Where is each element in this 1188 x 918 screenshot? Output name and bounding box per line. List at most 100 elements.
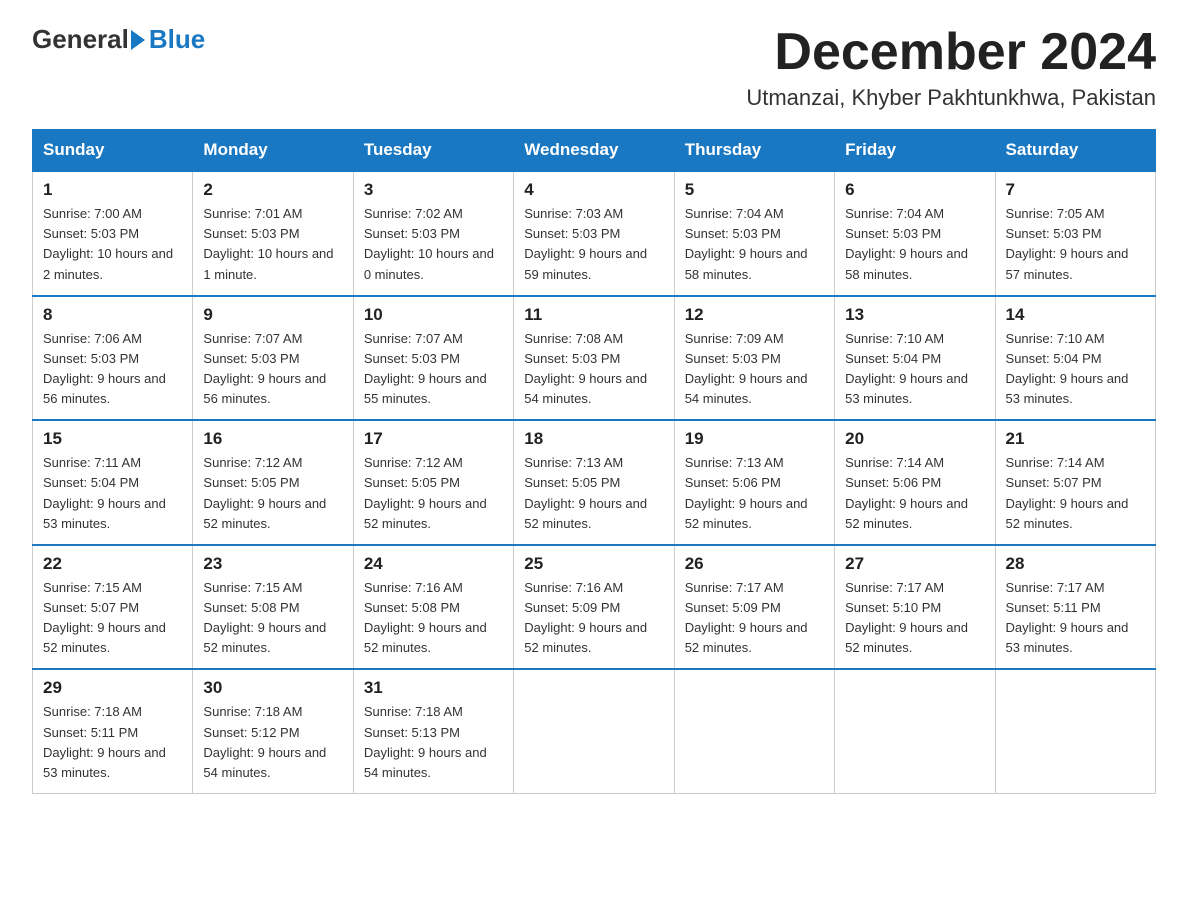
location-subtitle: Utmanzai, Khyber Pakhtunkhwa, Pakistan — [746, 85, 1156, 111]
day-info: Sunrise: 7:06 AMSunset: 5:03 PMDaylight:… — [43, 331, 166, 406]
week-row-2: 8 Sunrise: 7:06 AMSunset: 5:03 PMDayligh… — [33, 296, 1156, 421]
day-info: Sunrise: 7:01 AMSunset: 5:03 PMDaylight:… — [203, 206, 333, 281]
day-info: Sunrise: 7:14 AMSunset: 5:07 PMDaylight:… — [1006, 455, 1129, 530]
day-info: Sunrise: 7:18 AMSunset: 5:12 PMDaylight:… — [203, 704, 326, 779]
week-row-5: 29 Sunrise: 7:18 AMSunset: 5:11 PMDaylig… — [33, 669, 1156, 793]
header-row: SundayMondayTuesdayWednesdayThursdayFrid… — [33, 130, 1156, 172]
day-info: Sunrise: 7:17 AMSunset: 5:09 PMDaylight:… — [685, 580, 808, 655]
day-number: 20 — [845, 429, 984, 449]
logo: General Blue — [32, 24, 205, 55]
header-friday: Friday — [835, 130, 995, 172]
day-number: 8 — [43, 305, 182, 325]
day-cell-22: 22 Sunrise: 7:15 AMSunset: 5:07 PMDaylig… — [33, 545, 193, 670]
day-number: 6 — [845, 180, 984, 200]
day-cell-4: 4 Sunrise: 7:03 AMSunset: 5:03 PMDayligh… — [514, 171, 674, 296]
day-info: Sunrise: 7:11 AMSunset: 5:04 PMDaylight:… — [43, 455, 166, 530]
day-info: Sunrise: 7:05 AMSunset: 5:03 PMDaylight:… — [1006, 206, 1129, 281]
day-number: 17 — [364, 429, 503, 449]
day-info: Sunrise: 7:07 AMSunset: 5:03 PMDaylight:… — [203, 331, 326, 406]
calendar-table: SundayMondayTuesdayWednesdayThursdayFrid… — [32, 129, 1156, 794]
day-number: 18 — [524, 429, 663, 449]
day-cell-2: 2 Sunrise: 7:01 AMSunset: 5:03 PMDayligh… — [193, 171, 353, 296]
day-number: 19 — [685, 429, 824, 449]
day-cell-20: 20 Sunrise: 7:14 AMSunset: 5:06 PMDaylig… — [835, 420, 995, 545]
day-cell-17: 17 Sunrise: 7:12 AMSunset: 5:05 PMDaylig… — [353, 420, 513, 545]
empty-cell — [835, 669, 995, 793]
day-cell-6: 6 Sunrise: 7:04 AMSunset: 5:03 PMDayligh… — [835, 171, 995, 296]
day-info: Sunrise: 7:00 AMSunset: 5:03 PMDaylight:… — [43, 206, 173, 281]
day-number: 1 — [43, 180, 182, 200]
day-cell-7: 7 Sunrise: 7:05 AMSunset: 5:03 PMDayligh… — [995, 171, 1155, 296]
day-number: 5 — [685, 180, 824, 200]
day-cell-1: 1 Sunrise: 7:00 AMSunset: 5:03 PMDayligh… — [33, 171, 193, 296]
day-info: Sunrise: 7:12 AMSunset: 5:05 PMDaylight:… — [364, 455, 487, 530]
day-cell-14: 14 Sunrise: 7:10 AMSunset: 5:04 PMDaylig… — [995, 296, 1155, 421]
logo-general: General — [32, 24, 129, 55]
header-saturday: Saturday — [995, 130, 1155, 172]
header-tuesday: Tuesday — [353, 130, 513, 172]
day-info: Sunrise: 7:15 AMSunset: 5:07 PMDaylight:… — [43, 580, 166, 655]
logo-blue: Blue — [149, 24, 205, 55]
day-cell-31: 31 Sunrise: 7:18 AMSunset: 5:13 PMDaylig… — [353, 669, 513, 793]
day-info: Sunrise: 7:03 AMSunset: 5:03 PMDaylight:… — [524, 206, 647, 281]
header-wednesday: Wednesday — [514, 130, 674, 172]
header-monday: Monday — [193, 130, 353, 172]
day-info: Sunrise: 7:15 AMSunset: 5:08 PMDaylight:… — [203, 580, 326, 655]
day-info: Sunrise: 7:13 AMSunset: 5:06 PMDaylight:… — [685, 455, 808, 530]
day-number: 12 — [685, 305, 824, 325]
day-info: Sunrise: 7:02 AMSunset: 5:03 PMDaylight:… — [364, 206, 494, 281]
day-cell-5: 5 Sunrise: 7:04 AMSunset: 5:03 PMDayligh… — [674, 171, 834, 296]
day-number: 22 — [43, 554, 182, 574]
title-block: December 2024 Utmanzai, Khyber Pakhtunkh… — [746, 24, 1156, 111]
day-info: Sunrise: 7:17 AMSunset: 5:10 PMDaylight:… — [845, 580, 968, 655]
day-info: Sunrise: 7:13 AMSunset: 5:05 PMDaylight:… — [524, 455, 647, 530]
day-info: Sunrise: 7:18 AMSunset: 5:11 PMDaylight:… — [43, 704, 166, 779]
day-number: 23 — [203, 554, 342, 574]
day-cell-15: 15 Sunrise: 7:11 AMSunset: 5:04 PMDaylig… — [33, 420, 193, 545]
day-info: Sunrise: 7:16 AMSunset: 5:08 PMDaylight:… — [364, 580, 487, 655]
week-row-3: 15 Sunrise: 7:11 AMSunset: 5:04 PMDaylig… — [33, 420, 1156, 545]
day-info: Sunrise: 7:18 AMSunset: 5:13 PMDaylight:… — [364, 704, 487, 779]
day-number: 21 — [1006, 429, 1145, 449]
logo-arrow-icon — [131, 30, 145, 50]
day-number: 13 — [845, 305, 984, 325]
day-info: Sunrise: 7:10 AMSunset: 5:04 PMDaylight:… — [845, 331, 968, 406]
day-cell-12: 12 Sunrise: 7:09 AMSunset: 5:03 PMDaylig… — [674, 296, 834, 421]
day-cell-18: 18 Sunrise: 7:13 AMSunset: 5:05 PMDaylig… — [514, 420, 674, 545]
day-cell-29: 29 Sunrise: 7:18 AMSunset: 5:11 PMDaylig… — [33, 669, 193, 793]
day-number: 9 — [203, 305, 342, 325]
day-cell-27: 27 Sunrise: 7:17 AMSunset: 5:10 PMDaylig… — [835, 545, 995, 670]
day-number: 15 — [43, 429, 182, 449]
day-cell-30: 30 Sunrise: 7:18 AMSunset: 5:12 PMDaylig… — [193, 669, 353, 793]
day-info: Sunrise: 7:08 AMSunset: 5:03 PMDaylight:… — [524, 331, 647, 406]
day-info: Sunrise: 7:04 AMSunset: 5:03 PMDaylight:… — [845, 206, 968, 281]
day-cell-3: 3 Sunrise: 7:02 AMSunset: 5:03 PMDayligh… — [353, 171, 513, 296]
day-info: Sunrise: 7:12 AMSunset: 5:05 PMDaylight:… — [203, 455, 326, 530]
day-cell-11: 11 Sunrise: 7:08 AMSunset: 5:03 PMDaylig… — [514, 296, 674, 421]
day-number: 2 — [203, 180, 342, 200]
week-row-1: 1 Sunrise: 7:00 AMSunset: 5:03 PMDayligh… — [33, 171, 1156, 296]
day-info: Sunrise: 7:17 AMSunset: 5:11 PMDaylight:… — [1006, 580, 1129, 655]
day-info: Sunrise: 7:09 AMSunset: 5:03 PMDaylight:… — [685, 331, 808, 406]
day-cell-16: 16 Sunrise: 7:12 AMSunset: 5:05 PMDaylig… — [193, 420, 353, 545]
day-info: Sunrise: 7:07 AMSunset: 5:03 PMDaylight:… — [364, 331, 487, 406]
day-cell-24: 24 Sunrise: 7:16 AMSunset: 5:08 PMDaylig… — [353, 545, 513, 670]
day-number: 29 — [43, 678, 182, 698]
day-cell-26: 26 Sunrise: 7:17 AMSunset: 5:09 PMDaylig… — [674, 545, 834, 670]
day-cell-13: 13 Sunrise: 7:10 AMSunset: 5:04 PMDaylig… — [835, 296, 995, 421]
day-number: 16 — [203, 429, 342, 449]
day-info: Sunrise: 7:04 AMSunset: 5:03 PMDaylight:… — [685, 206, 808, 281]
week-row-4: 22 Sunrise: 7:15 AMSunset: 5:07 PMDaylig… — [33, 545, 1156, 670]
day-number: 26 — [685, 554, 824, 574]
day-cell-28: 28 Sunrise: 7:17 AMSunset: 5:11 PMDaylig… — [995, 545, 1155, 670]
empty-cell — [995, 669, 1155, 793]
day-number: 10 — [364, 305, 503, 325]
day-number: 14 — [1006, 305, 1145, 325]
day-number: 31 — [364, 678, 503, 698]
month-title: December 2024 — [746, 24, 1156, 81]
day-cell-23: 23 Sunrise: 7:15 AMSunset: 5:08 PMDaylig… — [193, 545, 353, 670]
day-info: Sunrise: 7:10 AMSunset: 5:04 PMDaylight:… — [1006, 331, 1129, 406]
day-number: 11 — [524, 305, 663, 325]
day-number: 24 — [364, 554, 503, 574]
day-number: 27 — [845, 554, 984, 574]
